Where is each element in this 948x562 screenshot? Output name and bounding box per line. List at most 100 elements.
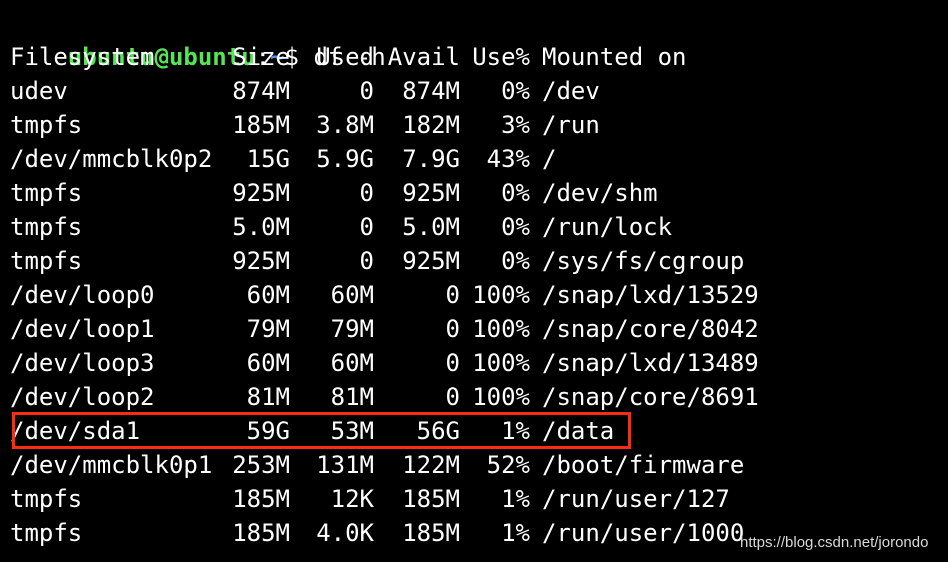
table-row-avail: 122M [402, 451, 460, 479]
table-row-mounted-on: /snap/lxd/13489 [542, 349, 759, 377]
table-row-use-percent: 0% [501, 247, 530, 275]
table-row-used: 12K [330, 485, 374, 513]
table-row-used: 0 [359, 77, 374, 105]
table-row-size: 15G [246, 145, 290, 173]
table-row-avail: 0 [445, 281, 460, 309]
table-row-use-percent: 1% [501, 519, 530, 547]
command-prompt-line: ubuntu@ubuntu:~$ df -h [10, 6, 386, 71]
table-row-used: 81M [330, 383, 374, 411]
table-row-avail: 874M [402, 77, 460, 105]
table-row-avail: 925M [402, 247, 460, 275]
table-row-mounted-on: /dev [542, 77, 600, 105]
table-row-filesystem: tmpfs [10, 179, 83, 207]
table-row: tmpfs 185M 3.8M 182M 3% /run [10, 108, 910, 142]
table-row-size: 60M [246, 281, 290, 309]
table-row: /dev/loop0 60M 60M 0 100% /snap/lxd/13529 [10, 278, 910, 312]
table-row: tmpfs 5.0M 0 5.0M 0% /run/lock [10, 210, 910, 244]
table-row-size: 185M [232, 519, 290, 547]
table-row-used: 3.8M [316, 111, 374, 139]
table-row-filesystem: tmpfs [10, 519, 83, 547]
table-header-filesystem: Filesystem [10, 43, 155, 71]
table-header-size: Size [232, 43, 290, 71]
table-header-use-percent: Use% [472, 43, 530, 71]
table-row-mounted-on: /snap/core/8691 [542, 383, 759, 411]
table-row-used: 60M [330, 349, 374, 377]
table-row-mounted-on: /sys/fs/cgroup [542, 247, 745, 275]
table-row-filesystem: tmpfs [10, 485, 83, 513]
table-row-mounted-on: /boot/firmware [542, 451, 745, 479]
table-row-mounted-on: / [542, 145, 557, 173]
table-row-mounted-on: /run [542, 111, 600, 139]
table-row-size: 874M [232, 77, 290, 105]
table-row-avail: 0 [445, 349, 460, 377]
table-row-use-percent: 43% [486, 145, 530, 173]
highlight-box-sda1 [12, 412, 631, 449]
table-row-avail: 7.9G [402, 145, 460, 173]
table-row-avail: 185M [402, 519, 460, 547]
table-header-mounted-on: Mounted on [542, 43, 687, 71]
table-row-filesystem: /dev/loop1 [10, 315, 155, 343]
table-header: Filesystem Size Used Avail Use% Mounted on [10, 40, 910, 74]
table-row: /dev/mmcblk0p1 253M 131M 122M 52% /boot/firmw… [10, 448, 910, 482]
table-row-use-percent: 100% [472, 281, 530, 309]
table-row-mounted-on: /run/user/1000 [542, 519, 745, 547]
table-row: /dev/loop2 81M 81M 0 100% /snap/core/8691 [10, 380, 910, 414]
table-row-mounted-on: /snap/core/8042 [542, 315, 759, 343]
table-row-use-percent: 100% [472, 383, 530, 411]
table-row-filesystem: /dev/loop2 [10, 383, 155, 411]
table-row-use-percent: 100% [472, 315, 530, 343]
table-row-use-percent: 52% [486, 451, 530, 479]
table-row: tmpfs 925M 0 925M 0% /sys/fs/cgroup [10, 244, 910, 278]
table-row-mounted-on: /run/lock [542, 213, 673, 241]
table-row: tmpfs 185M 12K 185M 1% /run/user/127 [10, 482, 910, 516]
table-row-size: 79M [246, 315, 290, 343]
table-row-filesystem: /dev/mmcblk0p1 [10, 451, 213, 479]
table-row-size: 5.0M [232, 213, 290, 241]
table-row-size: 185M [232, 111, 290, 139]
table-row-size: 925M [232, 179, 290, 207]
watermark-text: https://blog.csdn.net/jorondo [740, 534, 929, 551]
table-row-used: 0 [359, 179, 374, 207]
table-row-used: 131M [316, 451, 374, 479]
table-row-use-percent: 1% [501, 485, 530, 513]
table-row-used: 5.9G [316, 145, 374, 173]
table-row-use-percent: 3% [501, 111, 530, 139]
table-row: /dev/mmcblk0p2 15G 5.9G 7.9G 43% / [10, 142, 910, 176]
table-row-filesystem: /dev/loop0 [10, 281, 155, 309]
table-row-use-percent: 0% [501, 179, 530, 207]
table-row-avail: 0 [445, 383, 460, 411]
table-row-filesystem: tmpfs [10, 111, 83, 139]
table-row: udev 874M 0 874M 0% /dev [10, 74, 910, 108]
table-row-size: 60M [246, 349, 290, 377]
table-row-filesystem: udev [10, 77, 68, 105]
table-row-size: 81M [246, 383, 290, 411]
table-row-filesystem: tmpfs [10, 213, 83, 241]
table-row-used: 0 [359, 213, 374, 241]
table-row-avail: 185M [402, 485, 460, 513]
table-row-size: 253M [232, 451, 290, 479]
table-row-mounted-on: /dev/shm [542, 179, 658, 207]
table-header-used: Used [316, 43, 374, 71]
table-row-used: 60M [330, 281, 374, 309]
table-row: /dev/loop1 79M 79M 0 100% /snap/core/8042 [10, 312, 910, 346]
table-row-avail: 925M [402, 179, 460, 207]
table-row-used: 0 [359, 247, 374, 275]
table-row-avail: 0 [445, 315, 460, 343]
terminal-window[interactable]: ubuntu@ubuntu:~$ df -h Filesystem Size Use… [0, 0, 948, 562]
table-row-mounted-on: /run/user/127 [542, 485, 730, 513]
table-row-size: 925M [232, 247, 290, 275]
table-row-avail: 5.0M [402, 213, 460, 241]
table-row-avail: 182M [402, 111, 460, 139]
table-row-used: 79M [330, 315, 374, 343]
table-row-filesystem: tmpfs [10, 247, 83, 275]
table-row: tmpfs 925M 0 925M 0% /dev/shm [10, 176, 910, 210]
table-row-use-percent: 0% [501, 77, 530, 105]
table-row-mounted-on: /snap/lxd/13529 [542, 281, 759, 309]
table-row-filesystem: /dev/mmcblk0p2 [10, 145, 213, 173]
table-row-size: 185M [232, 485, 290, 513]
table-row-use-percent: 100% [472, 349, 530, 377]
table-row-filesystem: /dev/loop3 [10, 349, 155, 377]
table-row-used: 4.0K [316, 519, 374, 547]
table-row-use-percent: 0% [501, 213, 530, 241]
table-row: /dev/loop3 60M 60M 0 100% /snap/lxd/13489 [10, 346, 910, 380]
